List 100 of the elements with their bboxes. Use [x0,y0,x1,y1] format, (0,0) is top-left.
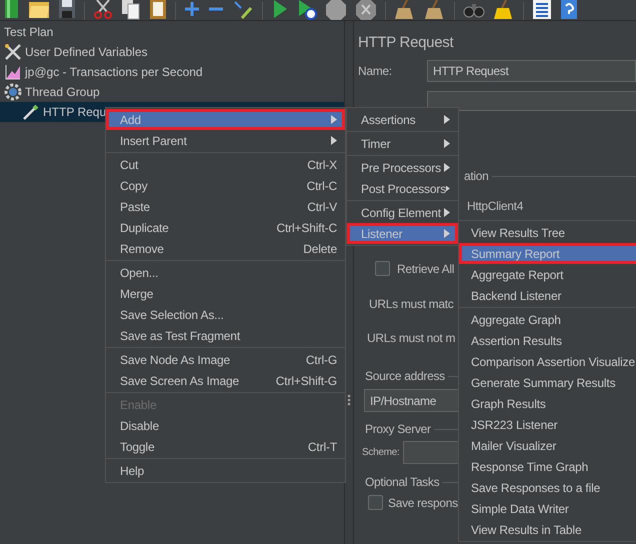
menu-item[interactable]: Response Time Graph [459,456,636,477]
shortcut-label: Ctrl-G [306,352,337,366]
menu-item-label: Backend Listener [471,288,562,302]
menu-item-label: Remove [120,242,164,256]
folder-icon[interactable] [28,0,50,20]
menu-item[interactable]: Simple Data Writer [459,498,636,519]
shortcut-label: Ctrl-V [307,200,337,214]
menu-item[interactable]: Toggle Ctrl-T [106,436,345,457]
list-icon[interactable] [532,0,552,20]
menu-item-label: Duplicate [120,220,169,234]
submenu-arrow-icon [444,229,450,238]
menu-item[interactable]: Pre Processors [347,157,458,178]
section-legend: Source address [365,369,445,383]
menu-item[interactable]: Insert Parent [106,130,345,151]
field-label: URLs must matc [369,297,454,311]
grip-icon [347,394,351,406]
comments-field[interactable] [427,91,636,111]
menu-item[interactable]: Config Element [347,202,458,223]
menu-item[interactable]: Remove Delete [106,238,345,259]
menu-item[interactable]: Save Node As Image Ctrl-G [106,349,345,370]
menu-item[interactable]: View Results in Table [459,519,636,540]
menu-item-label: JSR223 Listener [471,418,558,432]
wrench-icon [4,43,22,61]
menu-item-label: Help [120,464,144,478]
menu-item[interactable]: Copy Ctrl-C [106,175,345,196]
broom-icon[interactable] [394,0,416,20]
menu-item[interactable]: Post Processors [347,178,458,199]
submenu-arrow-icon [446,184,450,193]
play-icon[interactable] [297,0,317,20]
section-legend: Proxy Server [365,422,431,436]
help-icon[interactable] [560,0,578,20]
menu-item[interactable]: Aggregate Report [459,264,636,285]
name-field[interactable]: HTTP Request [427,60,636,82]
menu-item[interactable]: Timer [347,133,458,154]
menu-item-label: Timer [361,136,390,150]
menu-item[interactable]: Comparison Assertion Visualize [459,351,636,372]
tree-item[interactable]: User Defined Variables [25,45,148,59]
section-legend: Optional Tasks [365,475,440,489]
menu-item-label: Assertions [361,112,416,126]
checkbox[interactable] [368,495,383,510]
menu-item[interactable]: JSR223 Listener [459,414,636,435]
menu-item[interactable]: Aggregate Graph [459,309,636,330]
menu-item[interactable]: Cut Ctrl-X [106,154,345,175]
menu-item[interactable]: Paste Ctrl-V [106,196,345,217]
chart-icon [4,63,22,81]
menu-item-label: Save Screen As Image [120,374,240,388]
menu-item[interactable]: Save Screen As Image Ctrl+Shift-G [106,370,345,391]
tree-item[interactable]: Thread Group [25,85,100,99]
menu-item-label: Cut [120,158,138,172]
menu-item[interactable]: View Results Tree [459,222,636,243]
field-label: Scheme: [362,447,400,458]
book-icon[interactable] [4,0,20,20]
menu-item[interactable]: Merge [106,283,345,304]
clipboard-icon[interactable] [149,0,167,20]
menu-item-label: Save Node As Image [120,352,230,366]
shortcut-label: Delete [303,242,337,256]
menu-item-label: Pre Processors [361,160,441,174]
menu-item-label: View Results Tree [471,226,565,240]
field-label: Name: [358,64,393,78]
menu-item-label: Comparison Assertion Visualize [471,354,636,368]
copy-icon[interactable] [121,0,141,20]
stop-icon[interactable] [325,0,347,20]
menu-item-label: Save Responses to a file [471,480,600,494]
menu-item[interactable]: Assertions [347,109,458,130]
checkbox-label: Retrieve All [397,262,454,276]
menu-item-label: Aggregate Report [471,268,564,282]
menu-item-label: Assertion Results [471,334,562,348]
menu-item[interactable]: Help [106,460,345,481]
menu-item-label: Aggregate Graph [471,312,561,326]
broom-icon[interactable] [493,0,515,20]
submenu-arrow-icon [444,115,450,124]
menu-item[interactable]: Mailer Visualizer [459,435,636,456]
menu-item[interactable]: Disable [106,415,345,436]
menu-item-label: Disable [120,418,159,432]
menu-item-label: Config Element [361,206,441,220]
menu-item[interactable]: Backend Listener [459,285,636,306]
menu-item-label: Insert Parent [120,134,187,148]
tree-item[interactable]: HTTP Requ [43,105,106,119]
scissors-icon[interactable] [93,0,113,20]
shortcut-label: Ctrl-C [306,178,337,192]
wand-icon[interactable] [232,0,254,20]
panel-title: HTTP Request [358,34,454,51]
gear-icon [4,83,22,101]
menu-item[interactable]: Save Selection As... [106,304,345,325]
implementation-value: HttpClient4 [467,199,524,213]
menu-item[interactable]: Assertion Results [459,330,636,351]
menu-item[interactable]: Duplicate Ctrl+Shift-C [106,217,345,238]
menu-item-label: Paste [120,200,150,214]
menu-item-label: Copy [120,178,148,192]
menu-item[interactable]: Save as Test Fragment [106,325,345,346]
submenu-arrow-icon [444,139,450,148]
tree-item[interactable]: jp@gc - Transactions per Second [25,65,203,79]
submenu-arrow-icon [331,115,337,124]
checkbox[interactable] [375,261,390,276]
menu-item[interactable]: Open... [106,262,345,283]
menu-item[interactable]: Save Responses to a file [459,477,636,498]
field-label: URLs must not m [367,331,456,345]
tree-item[interactable]: Test Plan [4,25,54,39]
close-icon[interactable] [355,0,377,20]
broom-icon[interactable] [424,0,446,20]
